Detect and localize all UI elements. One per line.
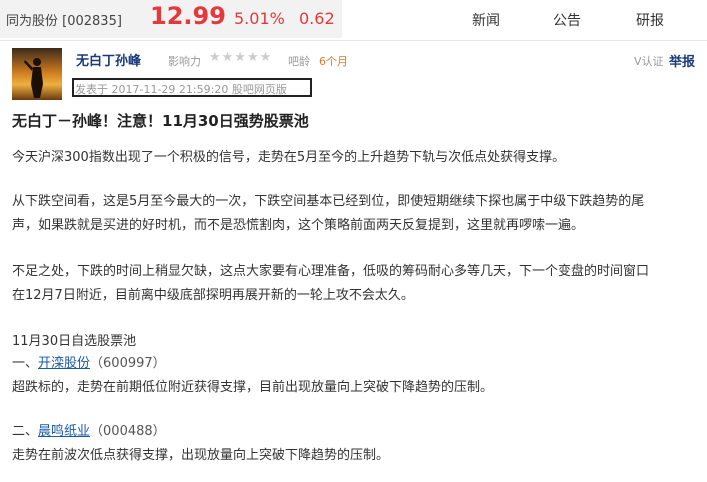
influence-label: 影响力 xyxy=(168,55,201,68)
pick-2-code: （000488） xyxy=(90,424,166,439)
stock-change-percent: 5.01% xyxy=(234,9,285,28)
stock-name-code[interactable]: 同为股份 [002835] xyxy=(6,10,122,29)
verify-badge[interactable]: V认证 xyxy=(634,53,664,69)
body-paragraph-3-line-1: 不足之处，下跌的时间上稍显欠缺，这点大家要有心理准备，低吸的筹码耐心多等几天，下… xyxy=(12,264,650,279)
pick-1-title: 一、开滦股份（600997） xyxy=(12,352,166,371)
pick-1-description: 超跌标的，走势在前期低位附近获得支撑，目前出现放量向上突破下降趋势的压制。 xyxy=(12,380,494,395)
body-paragraph-2-line-1: 从下跌空间看，这是5月至今最大的一次，下跌空间基本已经到位，即使短期继续下探也属… xyxy=(12,194,645,209)
stock-quote-panel: 同为股份 [002835] 12.99 5.01% 0.62 xyxy=(0,0,342,38)
post-timestamp: 发表于 2017-11-29 21:59:20 股吧网页版 xyxy=(75,83,287,96)
body-paragraph-2-line-2: 声，如果跌就是买进的好时机，而不是恐慌割肉，这个策略前面两天反复提到，这里就再啰… xyxy=(12,218,585,233)
stock-header: 同为股份 [002835] 12.99 5.01% 0.62 新闻 公告 研报 xyxy=(0,0,707,38)
body-paragraph-1: 今天沪深300指数出现了一个积极的信号，走势在5月至今的上升趋势下轨与次低点处获… xyxy=(12,150,566,165)
post-title: 无白丁－孙峰！注意！11月30日强势股票池 xyxy=(12,112,309,130)
pick-2-description: 走势在前波次低点获得支撑，出现放量向上突破下降趋势的压制。 xyxy=(12,448,390,463)
pick-2-stock-link[interactable]: 晨鸣纸业 xyxy=(38,424,90,439)
pick-2-title: 二、晨鸣纸业（000488） xyxy=(12,420,166,439)
author-name[interactable]: 无白丁孙峰 xyxy=(76,50,141,69)
stock-change-amount: 0.62 xyxy=(299,9,335,28)
bar-age-label: 吧龄 xyxy=(288,55,310,68)
nav-announcements[interactable]: 公告 xyxy=(553,10,581,30)
body-paragraph-3-line-2: 在12月7日附近，目前离中级底部探明再展开新的一轮上攻不会太久。 xyxy=(12,288,414,303)
pick-2-prefix: 二、 xyxy=(12,424,39,439)
stock-price: 12.99 xyxy=(150,2,226,30)
stock-name[interactable]: 同为股份 xyxy=(6,14,58,29)
bar-age-value: 6个月 xyxy=(319,55,348,68)
pick-1-code: （600997） xyxy=(90,356,166,371)
nav-news[interactable]: 新闻 xyxy=(472,10,500,30)
stock-code: [002835] xyxy=(62,14,122,29)
pick-1-prefix: 一、 xyxy=(12,356,39,371)
nav-research[interactable]: 研报 xyxy=(636,10,664,30)
influence-stars-icon: ★★★★★ xyxy=(209,50,273,65)
report-button[interactable]: 举报 xyxy=(669,51,695,70)
pool-heading: 11月30日自选股票池 xyxy=(12,334,137,349)
avatar[interactable] xyxy=(12,48,62,100)
pick-1-stock-link[interactable]: 开滦股份 xyxy=(38,356,90,371)
header-divider xyxy=(0,40,707,41)
